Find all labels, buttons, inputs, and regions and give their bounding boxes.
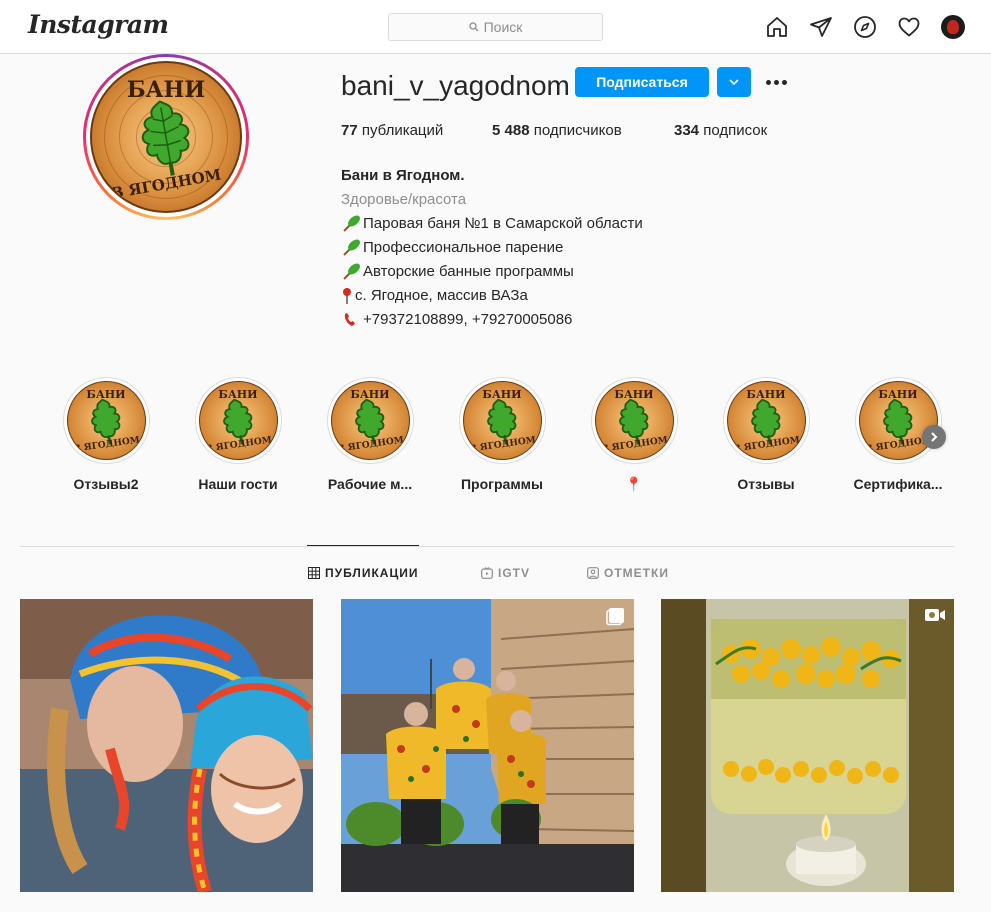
chevron-right-icon [931,432,938,442]
suggested-accounts-button[interactable] [717,67,751,97]
bio-line: +79372108899, +79270005086 [341,308,643,332]
highlight-cover: БАНИ В ЯГОДНОМ [726,381,806,460]
posts-stat: 77 публикаций [341,122,444,139]
chevron-down-icon [729,79,739,86]
activity-heart-icon[interactable] [897,15,921,39]
video-camera-icon [925,609,945,621]
highlight-cover: БАНИ В ЯГОДНОМ [66,381,146,460]
broom-emoji-icon [343,239,360,256]
carousel-icon [606,608,624,626]
top-navigation-bar: Instagram Поиск [0,0,991,54]
search-placeholder: Поиск [483,19,523,35]
highlights-next-button[interactable] [922,425,946,449]
highlight-cover: БАНИ В ЯГОДНОМ [330,381,410,460]
bio-line: Паровая баня №1 в Самарской области [341,212,643,236]
highlight-label: Программы [460,476,543,492]
bio-line: Профессиональное парение [341,236,643,260]
following-stat[interactable]: 334 подписок [674,122,767,139]
tabs-divider [20,546,954,547]
search-input[interactable]: Поиск [388,13,603,41]
tab-posts[interactable]: ПУБЛИКАЦИИ [308,566,418,580]
logo-text-top: БАНИ [126,77,206,103]
more-options-button[interactable] [764,70,788,94]
post-thumbnail[interactable] [20,599,313,892]
bio-line: с. Ягодное, массив ВАЗа [341,284,643,308]
profile-stats: 77 публикаций 5 488 подписчиков 334 подп… [341,122,767,139]
highlight-item[interactable]: БАНИ В ЯГОДНОМ Наши гости [183,377,293,492]
highlight-label: 📍 [625,476,643,492]
post-image [20,599,313,892]
highlight-cover: БАНИ В ЯГОДНОМ [594,381,674,460]
highlight-label: Сертифика... [853,476,943,492]
tagged-icon [587,567,599,579]
explore-icon[interactable] [853,15,877,39]
post-image [341,599,634,892]
grid-icon [308,567,320,579]
profile-avatar[interactable] [941,15,965,39]
highlight-item[interactable]: БАНИ В ЯГОДНОМ Рабочие м... [315,377,425,492]
profile-category: Здоровье/красота [341,191,467,208]
highlight-label: Наши гости [198,476,278,492]
highlight-item[interactable]: БАНИ В ЯГОДНОМ Отзывы2 [51,377,161,492]
highlight-label: Рабочие м... [327,476,413,492]
active-tab-indicator [307,545,419,546]
followers-stat[interactable]: 5 488 подписчиков [492,122,674,139]
post-thumbnail[interactable] [661,599,954,892]
tab-igtv[interactable]: IGTV [481,566,530,580]
direct-icon[interactable] [809,15,833,39]
profile-bio: Бани в Ягодном. Здоровье/красота Паровая… [341,164,643,332]
profile-logo-disc: БАНИ В ЯГОДНОМ [90,61,242,213]
nav-icons [765,15,965,39]
tab-tagged[interactable]: ОТМЕТКИ [587,566,669,580]
profile-picture[interactable]: БАНИ В ЯГОДНОМ [83,54,249,220]
telephone-icon [344,313,355,326]
follow-button[interactable]: Подписаться [575,67,709,97]
highlight-item[interactable]: БАНИ В ЯГОДНОМ Отзывы [711,377,821,492]
profile-username: bani_v_yagodnom [341,70,570,101]
highlight-cover: БАНИ В ЯГОДНОМ [462,381,542,460]
broom-emoji-icon [343,263,360,280]
post-image [661,599,954,892]
profile-full-name: Бани в Ягодном. [341,167,465,184]
round-pushpin-icon [343,288,351,304]
instagram-logo[interactable]: Instagram [28,10,169,39]
broom-emoji-icon [343,215,360,232]
highlight-cover: БАНИ В ЯГОДНОМ [858,381,938,460]
home-icon[interactable] [765,15,789,39]
highlight-cover: БАНИ В ЯГОДНОМ [198,381,278,460]
igtv-icon [481,567,493,579]
highlight-label: Отзывы [737,476,795,492]
highlight-item[interactable]: БАНИ В ЯГОДНОМ 📍 [579,377,689,493]
oak-leaf-icon [141,100,190,176]
post-thumbnail[interactable] [341,599,634,892]
highlight-item[interactable]: БАНИ В ЯГОДНОМ Программы [447,377,557,492]
search-icon [468,22,479,32]
bio-line: Авторские банные программы [341,260,643,284]
highlight-label: Отзывы2 [73,476,139,492]
